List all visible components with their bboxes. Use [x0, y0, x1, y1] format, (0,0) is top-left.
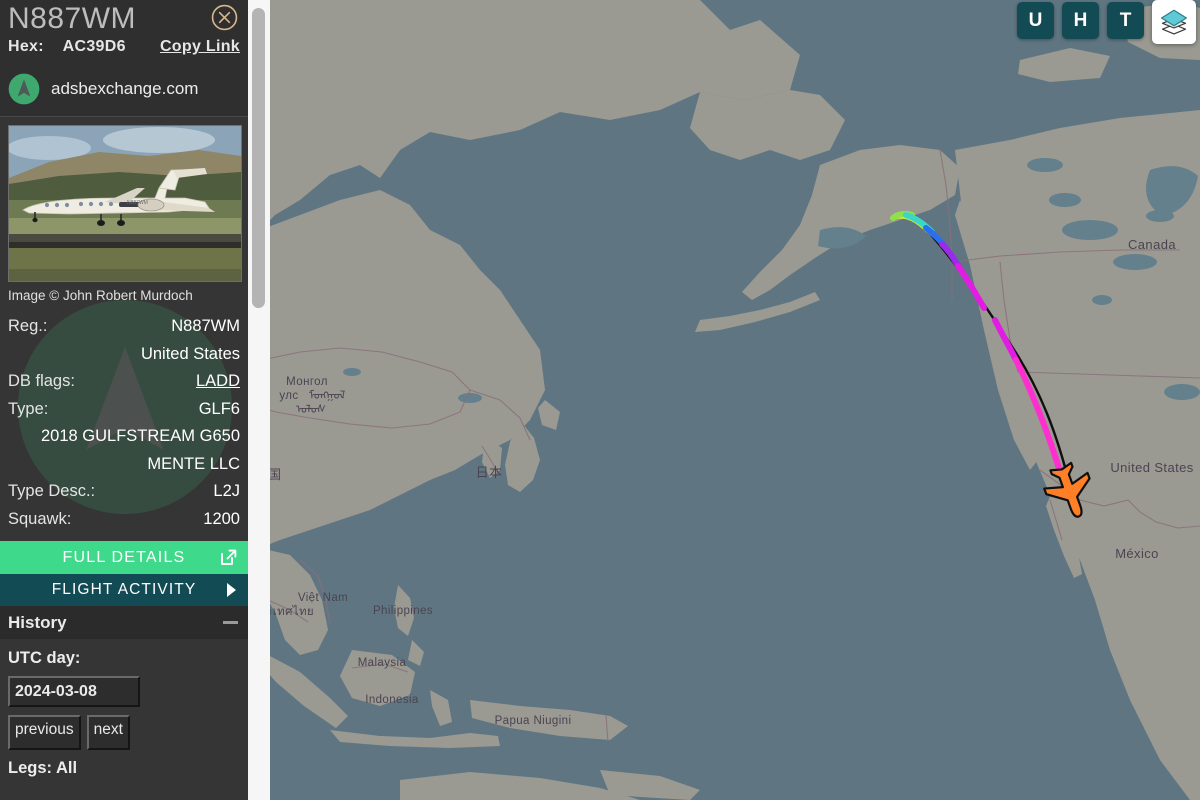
info-value-country: United States — [140, 344, 240, 363]
svg-text:N887WM: N887WM — [127, 200, 148, 206]
layers-icon — [1161, 9, 1187, 35]
adsb-exchange-app: Canada United States México Монгол улс ᠮᠣᠩᠭᠣᠯ… — [0, 0, 1200, 800]
external-link-icon — [221, 549, 237, 565]
info-value-dbflags[interactable]: LADD — [196, 368, 240, 396]
next-day-button[interactable]: next — [86, 715, 130, 750]
map-label: ᠤᠯᠤᠰ — [296, 404, 326, 416]
legs-label: Legs: All — [8, 759, 78, 777]
flight-activity-label: FLIGHT ACTIVITY — [51, 581, 197, 598]
aircraft-photo-block: N887WM Image © John Robert Murdoch — [0, 117, 248, 309]
info-key-dbflags: DB flags: — [8, 372, 75, 390]
info-value-owner: MENTE LLC — [147, 454, 240, 473]
hex-value: AC39D6 — [62, 38, 126, 55]
full-details-label: FULL DETAILS — [62, 548, 186, 566]
hex-label: Hex: — [8, 38, 44, 55]
map-label: Philippines — [373, 605, 433, 617]
map-controls: U H T — [1017, 0, 1196, 44]
photo-caption: Image © John Robert Murdoch — [8, 288, 193, 303]
hex-row: Hex: AC39D6 Copy Link — [0, 38, 248, 64]
history-nav-buttons: previous next — [8, 715, 240, 750]
map-button-t[interactable]: T — [1107, 2, 1144, 39]
history-header: History — [0, 606, 248, 639]
info-key-typedesc: Type Desc.: — [8, 482, 96, 500]
info-value-registration: N887WM — [171, 317, 240, 335]
map-label: Indonesia — [365, 694, 419, 706]
info-row-squawk: Squawk: 1200 — [8, 506, 240, 534]
sidebar-scrollbar[interactable] — [248, 0, 270, 800]
history-title: History — [8, 612, 67, 632]
sidebar-scrollbar-thumb[interactable] — [252, 8, 265, 308]
adsbexchange-logo-icon — [8, 73, 40, 105]
registration-title: N887WM — [8, 2, 137, 35]
map-label: ᠮᠣᠩᠭᠣᠯ — [309, 389, 346, 402]
info-row-country: United States — [8, 341, 240, 369]
info-row-dbflags: DB flags: LADD — [8, 368, 240, 396]
layers-button[interactable] — [1152, 0, 1196, 44]
info-key-registration: Reg.: — [8, 317, 48, 335]
registration-row: N887WM — [0, 0, 248, 38]
utc-day-input[interactable]: 2024-03-08 — [8, 676, 140, 707]
info-key-type: Type: — [8, 399, 49, 418]
map-label: 日本 — [476, 465, 503, 480]
info-value-type: GLF6 — [198, 399, 240, 418]
sidebar-header: N887WM Hex: AC39D6 Copy Link adsbexchang… — [0, 0, 248, 117]
map-button-u[interactable]: U — [1017, 2, 1054, 39]
history-body: UTC day: 2024-03-08 previous next Legs: … — [0, 639, 248, 778]
aircraft-photo[interactable]: N887WM — [8, 125, 242, 282]
info-row-owner: MENTE LLC — [8, 451, 240, 479]
map-label: United States — [1110, 460, 1193, 475]
info-row-type: Type: GLF6 — [8, 396, 240, 424]
map-label: Монгол — [286, 376, 328, 388]
map-label: México — [1115, 546, 1159, 561]
map-label: Papua Niugini — [495, 715, 572, 727]
map-label: Malaysia — [358, 657, 407, 669]
info-value-model: 2018 GULFSTREAM G650 — [41, 427, 240, 445]
chevron-right-icon — [227, 583, 236, 597]
map-label: улс — [279, 390, 298, 402]
previous-day-button[interactable]: previous — [8, 715, 81, 750]
brand-row: adsbexchange.com — [0, 64, 248, 117]
copy-link-button[interactable]: Copy Link — [160, 38, 240, 56]
close-icon[interactable] — [211, 4, 238, 31]
brand-name: adsbexchange.com — [51, 79, 199, 98]
map-label: Việt Nam — [298, 592, 348, 604]
info-row-typedesc: Type Desc.: L2J — [8, 478, 240, 506]
aircraft-info-sidebar: N887WM Hex: AC39D6 Copy Link adsbexchang… — [0, 0, 248, 800]
info-key-squawk: Squawk: — [8, 509, 72, 528]
info-row-registration: Reg.: N887WM — [8, 313, 240, 341]
aircraft-photo-image: N887WM — [9, 126, 241, 281]
info-value-squawk: 1200 — [203, 509, 240, 528]
aircraft-info-block: Reg.: N887WM United States DB flags: LAD… — [0, 309, 248, 535]
info-value-typedesc: L2J — [213, 482, 240, 500]
info-row-model: 2018 GULFSTREAM G650 — [8, 423, 240, 451]
map-button-h[interactable]: H — [1062, 2, 1099, 39]
flight-activity-button[interactable]: FLIGHT ACTIVITY — [0, 574, 248, 606]
minimize-icon[interactable] — [223, 621, 238, 624]
full-details-button[interactable]: FULL DETAILS — [0, 541, 248, 574]
map-label: Canada — [1128, 237, 1176, 252]
utc-day-label: UTC day: — [8, 649, 81, 667]
